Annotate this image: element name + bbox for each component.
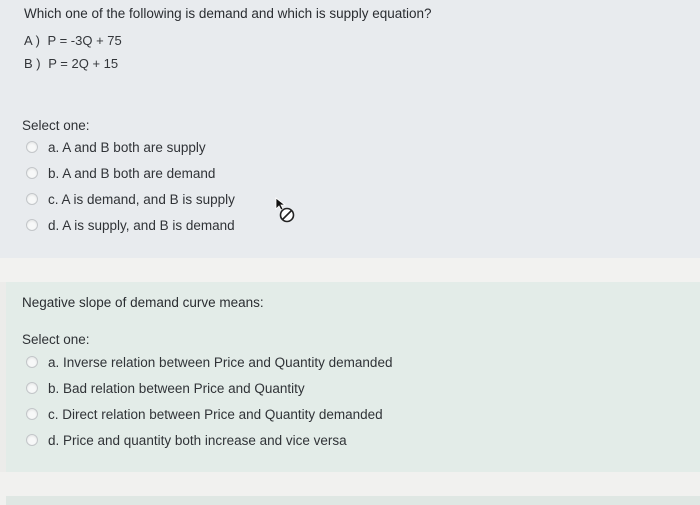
equation-label: A ): [24, 33, 40, 48]
select-one-label: Select one:: [22, 118, 90, 133]
option-label: c. A is demand, and B is supply: [48, 191, 235, 207]
equation-expression: P = -3Q + 75: [47, 33, 122, 48]
radio-button[interactable]: [26, 193, 38, 205]
radio-button[interactable]: [26, 434, 38, 446]
q2-option-a[interactable]: a. Inverse relation between Price and Qu…: [26, 353, 392, 371]
divider: [0, 258, 700, 282]
radio-button[interactable]: [26, 408, 38, 420]
radio-button[interactable]: [26, 219, 38, 231]
equation-expression: P = 2Q + 15: [48, 56, 119, 71]
equation-a: A ) P = -3Q + 75: [24, 33, 122, 48]
option-label: d. Price and quantity both increase and …: [48, 432, 347, 448]
equation-b: B ) P = 2Q + 15: [24, 56, 118, 71]
not-allowed-cursor-icon: [275, 197, 295, 223]
question-1-text: Which one of the following is demand and…: [24, 6, 432, 21]
option-label: a. A and B both are supply: [48, 139, 206, 155]
q1-option-c[interactable]: c. A is demand, and B is supply: [26, 190, 235, 208]
select-one-label: Select one:: [22, 332, 90, 347]
q1-option-b[interactable]: b. A and B both are demand: [26, 164, 215, 182]
option-label: a. Inverse relation between Price and Qu…: [48, 354, 393, 370]
radio-button[interactable]: [26, 382, 38, 394]
option-label: d. A is supply, and B is demand: [48, 217, 235, 233]
equation-label: B ): [24, 56, 41, 71]
option-label: b. Bad relation between Price and Quanti…: [48, 380, 305, 396]
option-label: c. Direct relation between Price and Qua…: [48, 406, 383, 422]
q2-option-b[interactable]: b. Bad relation between Price and Quanti…: [26, 379, 305, 397]
q1-option-a[interactable]: a. A and B both are supply: [26, 138, 206, 156]
next-question-panel-edge: [6, 496, 700, 505]
radio-button[interactable]: [26, 356, 38, 368]
radio-button[interactable]: [26, 141, 38, 153]
radio-button[interactable]: [26, 167, 38, 179]
q2-option-d[interactable]: d. Price and quantity both increase and …: [26, 431, 347, 449]
question-2-text: Negative slope of demand curve means:: [22, 295, 264, 310]
q1-option-d[interactable]: d. A is supply, and B is demand: [26, 216, 235, 234]
q2-option-c[interactable]: c. Direct relation between Price and Qua…: [26, 405, 383, 423]
option-label: b. A and B both are demand: [48, 165, 216, 181]
